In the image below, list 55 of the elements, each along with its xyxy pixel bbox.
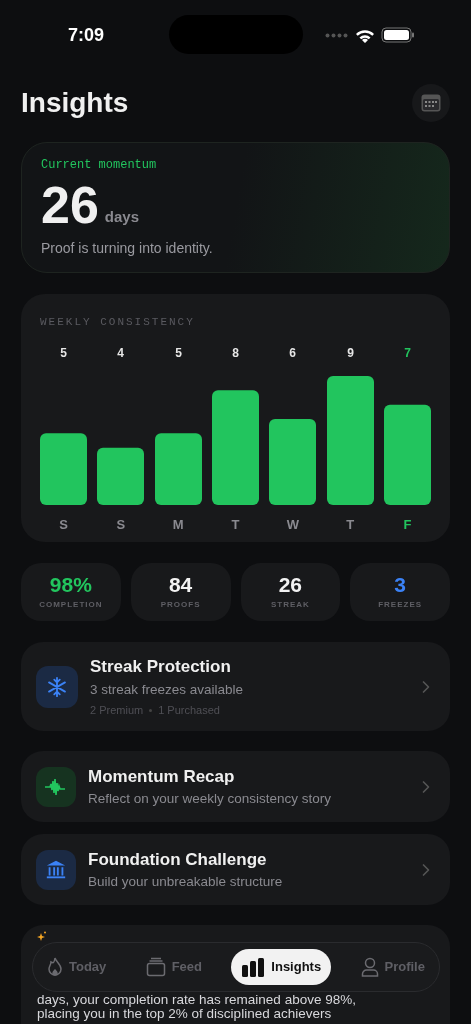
stack-icon [145,957,166,977]
bar-value: 4 [117,345,125,360]
row-title: Streak Protection [90,656,232,679]
bar-value: 7 [404,345,411,360]
bar-value: 5 [174,345,182,360]
stat-value: 3 [394,573,406,597]
calendar-icon [421,94,441,112]
stat-value: 84 [168,573,193,597]
row-title: Momentum Recap [88,765,236,788]
status-time: 7:09 [68,23,105,47]
tab[interactable]: Insights [231,949,332,985]
building-icon [36,849,76,890]
insight-text: days, your completion rate has remained above 98%, [37,993,357,1007]
page-title: Insights [21,86,129,120]
sparkle-icon [37,931,47,941]
stat-value: 98% [49,573,92,597]
day-label: S [116,515,126,534]
bar-value: 5 [60,345,67,360]
stat-label: STREAK [270,599,310,611]
day-label: T [346,515,355,534]
waveform-icon [36,766,76,807]
weekly-title: WEEKLY CONSISTENCY [40,315,196,330]
row-subtitle: Build your unbreakable structure [88,873,284,892]
row-meta: 1 Purchased [158,703,220,719]
momentum-unit: days [104,206,140,227]
bar-value: 6 [289,345,297,360]
day-label: S [59,515,68,534]
momentum-label: Current momentum [41,157,158,174]
feature-row[interactable]: Foundation Challenge Build your unbreakable structure [21,834,450,905]
day-label: W [286,515,299,534]
stat-value: 26 [278,573,303,597]
stat-label: COMPLETION [39,599,103,611]
day-label: M [172,515,184,534]
signal-icon [325,32,349,38]
insight-text: placing you in the top 2% of disciplined achievers [37,1007,333,1021]
row-subtitle: Reflect on your weekly consistency story [88,790,333,809]
row-title: Foundation Challenge [88,848,268,871]
person-icon [360,957,379,977]
day-label: F [403,515,412,534]
bar-chart-icon [241,957,266,977]
calendar-button[interactable] [412,84,450,122]
bar-value: 9 [346,345,354,360]
snowflake-icon [36,665,78,708]
flame-icon [47,957,63,977]
wifi-icon [355,27,375,43]
bar [97,447,145,505]
stat-label: PROOFS [160,599,201,611]
feature-row[interactable]: Momentum Recap Reflect on your weekly consistency story [21,751,450,822]
row-subtitle: 3 streak freezes available [90,680,245,699]
day-label: T [231,515,240,534]
momentum-value: 26 [41,176,99,234]
stat-label: FREEZES [378,599,423,611]
battery-icon [381,27,415,43]
momentum-caption: Proof is turning into identity. [41,239,214,258]
bar-value: 8 [232,345,239,360]
